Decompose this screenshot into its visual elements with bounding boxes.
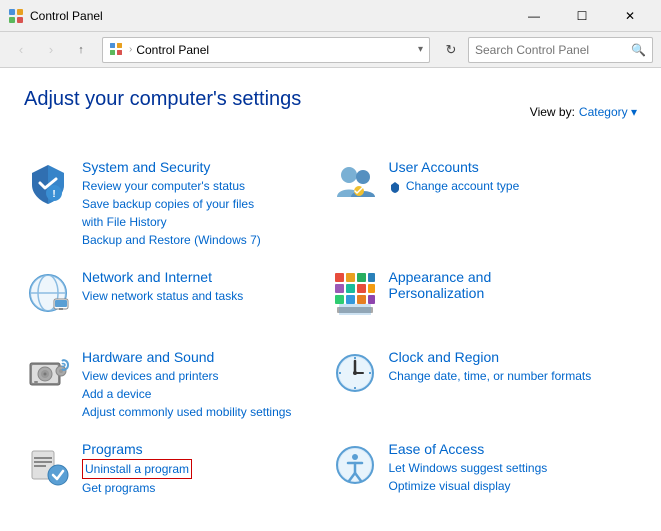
system-security-sub-2[interactable]: Save backup copies of your fileswith Fil… — [82, 195, 331, 231]
header-row: Adjust your computer's settings View by:… — [24, 88, 637, 135]
category-hardware-sound: Hardware and Sound View devices and prin… — [24, 349, 331, 421]
view-by-value[interactable]: Category ▾ — [579, 105, 637, 119]
system-security-title[interactable]: System and Security — [82, 159, 331, 175]
system-security-text: System and Security Review your computer… — [82, 159, 331, 249]
view-by-chevron: ▾ — [631, 105, 637, 119]
hardware-sound-title[interactable]: Hardware and Sound — [82, 349, 331, 365]
user-accounts-sub-1[interactable]: Change account type — [389, 177, 638, 195]
refresh-button[interactable]: ↻ — [438, 37, 464, 63]
address-text: Control Panel — [136, 43, 414, 57]
clock-region-text: Clock and Region Change date, time, or n… — [389, 349, 638, 385]
up-button[interactable]: ↑ — [68, 37, 94, 63]
address-dropdown-chevron[interactable]: ▾ — [418, 44, 423, 55]
forward-button[interactable]: › — [38, 37, 64, 63]
minimize-button[interactable]: — — [511, 0, 557, 32]
category-programs: Programs Uninstall a program Get program… — [24, 441, 331, 501]
category-clock-region: Clock and Region Change date, time, or n… — [331, 349, 638, 421]
category-network-internet: Network and Internet View network status… — [24, 269, 331, 329]
user-accounts-text: User Accounts Change account type — [389, 159, 638, 195]
address-bar[interactable]: › Control Panel ▾ — [102, 37, 430, 63]
svg-text:!: ! — [52, 189, 55, 200]
ease-of-access-sub-2[interactable]: Optimize visual display — [389, 477, 638, 495]
hardware-sound-sub-3[interactable]: Adjust commonly used mobility settings — [82, 403, 331, 421]
system-security-sub-3[interactable]: Backup and Restore (Windows 7) — [82, 231, 331, 249]
category-appearance: Appearance andPersonalization — [331, 269, 638, 329]
appearance-icon — [331, 269, 379, 317]
clock-region-icon — [331, 349, 379, 397]
network-internet-title[interactable]: Network and Internet — [82, 269, 331, 285]
category-ease-of-access: Ease of Access Let Windows suggest setti… — [331, 441, 638, 501]
appearance-title[interactable]: Appearance andPersonalization — [389, 269, 638, 301]
close-button[interactable]: ✕ — [607, 0, 653, 32]
hardware-sound-icon — [24, 349, 72, 397]
address-icon — [109, 42, 125, 58]
view-by-control: View by: Category ▾ — [530, 105, 637, 119]
programs-text: Programs Uninstall a program Get program… — [82, 441, 331, 497]
programs-sub-2[interactable]: Get programs — [82, 479, 331, 497]
ease-of-access-icon — [331, 441, 379, 489]
network-internet-sub-1[interactable]: View network status and tasks — [82, 287, 331, 305]
programs-title[interactable]: Programs — [82, 441, 331, 457]
page-title: Adjust your computer's settings — [24, 88, 301, 111]
category-user-accounts: User Accounts Change account type — [331, 159, 638, 249]
programs-sub-1[interactable]: Uninstall a program — [82, 459, 192, 479]
system-security-icon: ! — [24, 159, 72, 207]
network-internet-icon — [24, 269, 72, 317]
categories-grid: ! System and Security Review your comput… — [24, 159, 637, 521]
ease-of-access-text: Ease of Access Let Windows suggest setti… — [389, 441, 638, 495]
maximize-button[interactable]: ☐ — [559, 0, 605, 32]
category-system-security: ! System and Security Review your comput… — [24, 159, 331, 249]
main-content: Adjust your computer's settings View by:… — [0, 68, 661, 531]
clock-region-title[interactable]: Clock and Region — [389, 349, 638, 365]
nav-bar: ‹ › ↑ › Control Panel ▾ ↻ 🔍 — [0, 32, 661, 68]
appearance-text: Appearance andPersonalization — [389, 269, 638, 303]
programs-icon — [24, 441, 72, 489]
ease-of-access-sub-1[interactable]: Let Windows suggest settings — [389, 459, 638, 477]
user-accounts-title[interactable]: User Accounts — [389, 159, 638, 175]
hardware-sound-text: Hardware and Sound View devices and prin… — [82, 349, 331, 421]
system-security-sub-1[interactable]: Review your computer's status — [82, 177, 331, 195]
window-controls: — ☐ ✕ — [511, 0, 653, 32]
search-icon[interactable]: 🔍 — [631, 43, 646, 57]
view-by-label: View by: — [530, 105, 575, 119]
search-bar[interactable]: 🔍 — [468, 37, 653, 63]
hardware-sound-sub-1[interactable]: View devices and printers — [82, 367, 331, 385]
search-input[interactable] — [475, 43, 631, 57]
user-accounts-icon — [331, 159, 379, 207]
network-internet-text: Network and Internet View network status… — [82, 269, 331, 305]
app-icon — [8, 8, 24, 24]
title-bar: Control Panel — ☐ ✕ — [0, 0, 661, 32]
hardware-sound-sub-2[interactable]: Add a device — [82, 385, 331, 403]
address-separator: › — [129, 44, 132, 55]
window-title: Control Panel — [30, 9, 511, 23]
back-button[interactable]: ‹ — [8, 37, 34, 63]
ease-of-access-title[interactable]: Ease of Access — [389, 441, 638, 457]
clock-region-sub-1[interactable]: Change date, time, or number formats — [389, 367, 638, 385]
